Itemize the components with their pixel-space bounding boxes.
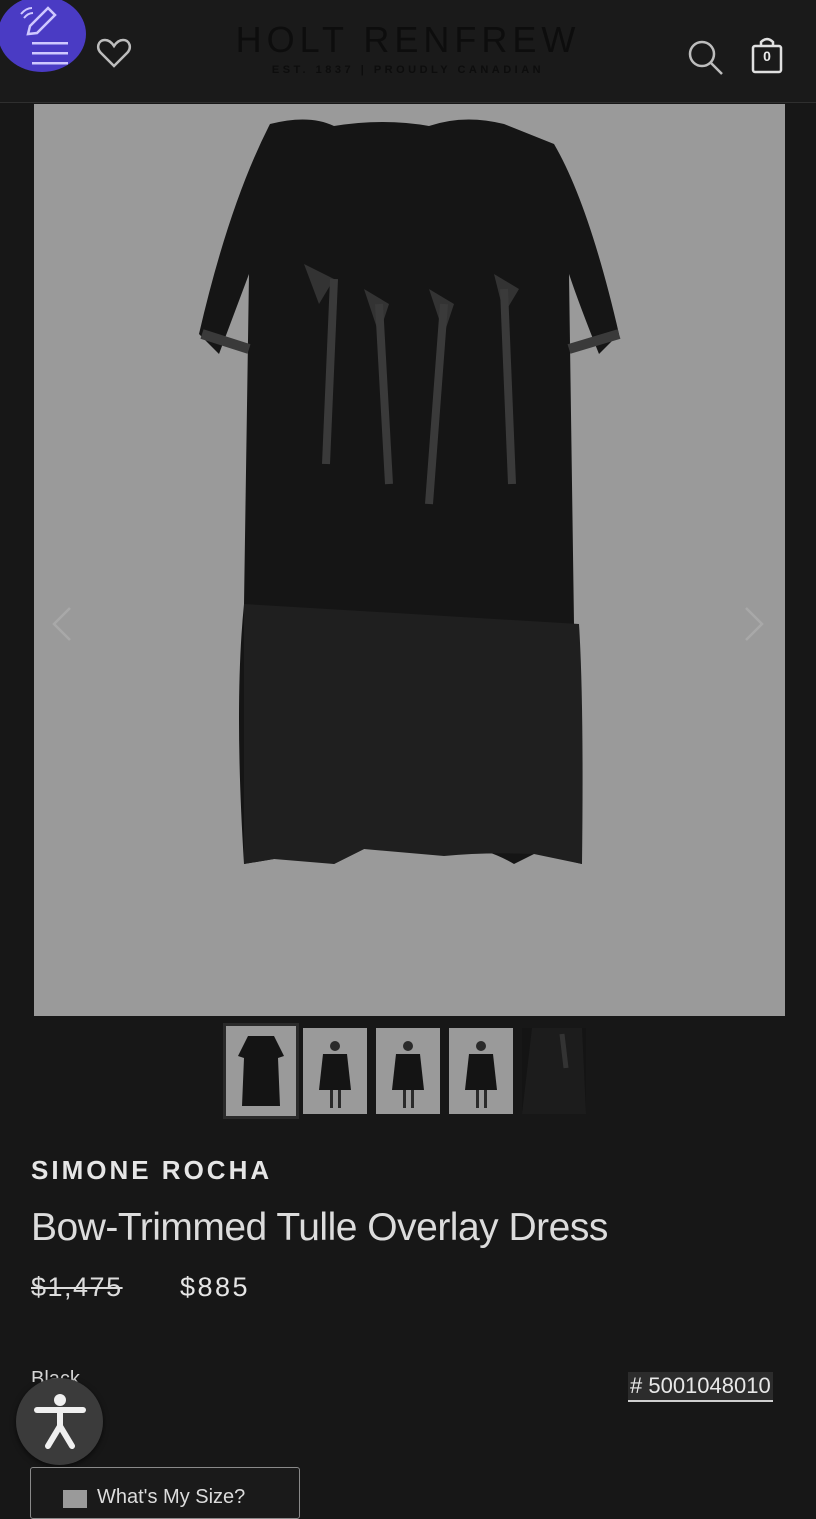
bag-count: 0 (763, 48, 771, 64)
sale-price: $885 (180, 1272, 251, 1302)
site-header: HOLT RENFREW EST. 1837 | PROUDLY CANADIA… (0, 0, 816, 103)
whats-my-size-button[interactable]: What's My Size? (30, 1467, 300, 1519)
heart-icon[interactable] (96, 36, 132, 70)
thumbnail-5[interactable] (522, 1028, 586, 1114)
thumbnail-2[interactable] (303, 1028, 367, 1114)
original-price: $1,475 (31, 1272, 123, 1302)
prev-image-arrow[interactable] (50, 604, 74, 644)
product-sku: # 5001048010 (628, 1372, 773, 1402)
dress-image (199, 119, 621, 865)
next-image-arrow[interactable] (742, 604, 766, 644)
product-title: Bow-Trimmed Tulle Overlay Dress (31, 1206, 608, 1249)
shopping-bag-icon[interactable]: 0 (750, 36, 784, 74)
measuring-tape-icon (63, 1490, 87, 1508)
menu-icon[interactable] (30, 38, 70, 68)
product-main-image[interactable] (34, 104, 785, 1016)
brand-tagline: EST. 1837 | PROUDLY CANADIAN (271, 64, 545, 76)
size-button-label: What's My Size? (97, 1486, 246, 1508)
brand-name: HOLT RENFREW (235, 19, 581, 60)
search-icon[interactable] (686, 38, 726, 78)
brand-logo[interactable]: HOLT RENFREW EST. 1837 | PROUDLY CANADIA… (200, 19, 616, 77)
thumbnail-4[interactable] (449, 1028, 513, 1114)
accessibility-button[interactable] (16, 1378, 103, 1465)
thumbnail-1[interactable] (223, 1023, 299, 1119)
thumbnail-3[interactable] (376, 1028, 440, 1114)
designer-name[interactable]: SIMONE ROCHA (31, 1155, 272, 1186)
accessibility-icon (34, 1394, 86, 1449)
